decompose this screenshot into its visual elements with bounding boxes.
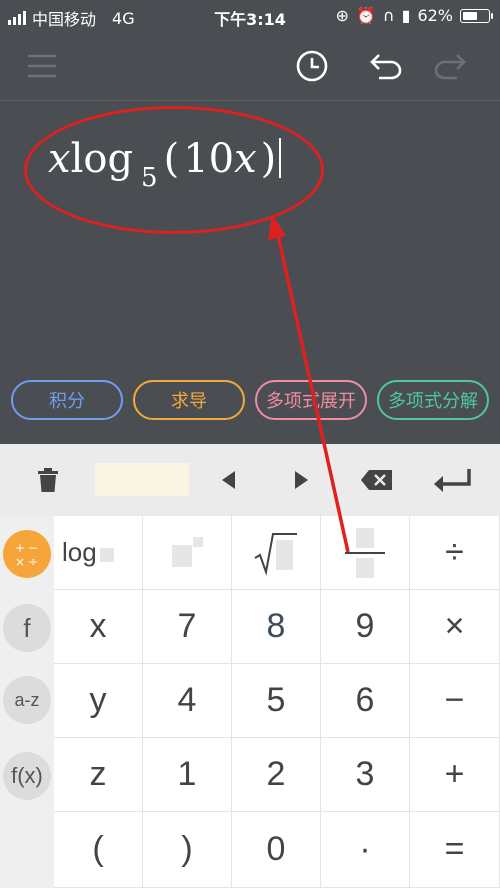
key-decimal-label: · xyxy=(359,830,371,868)
chip-derivative-label: 求导 xyxy=(171,391,207,412)
key-divide-label: ÷ xyxy=(445,533,464,571)
svg-text:−: − xyxy=(28,541,38,555)
key-fraction[interactable] xyxy=(321,516,410,590)
side-key-letters-label: a-z xyxy=(14,689,40,710)
key-2-label: 2 xyxy=(266,755,286,793)
key-log[interactable]: log xyxy=(54,516,143,590)
key-y[interactable]: y xyxy=(54,664,143,738)
svg-text:÷: ÷ xyxy=(28,555,38,569)
key-plus[interactable]: + xyxy=(410,738,500,812)
key-6[interactable]: 6 xyxy=(321,664,410,738)
key-divide[interactable]: ÷ xyxy=(410,516,500,590)
operation-chips: 积分 求导 多项式展开 多项式分解 xyxy=(0,380,500,424)
key-x[interactable]: x xyxy=(54,590,143,664)
keypad-side-column: + − × ÷ f a-z f(x) xyxy=(0,516,54,888)
alarm-icon: ⏰ xyxy=(355,6,376,25)
key-right-paren-label: ) xyxy=(181,830,193,868)
key-equals[interactable]: = xyxy=(410,812,500,888)
key-3-label: 3 xyxy=(355,755,375,793)
right-arrow-icon[interactable] xyxy=(282,444,322,516)
key-7[interactable]: 7 xyxy=(143,590,232,664)
key-9-label: 9 xyxy=(355,607,375,645)
key-0[interactable]: 0 xyxy=(232,812,321,888)
battery-level-icon: ▮ xyxy=(401,6,411,25)
key-right-paren[interactable]: ) xyxy=(143,812,232,888)
sqrt-icon xyxy=(254,532,297,576)
key-1-label: 1 xyxy=(177,755,197,793)
undo-icon[interactable] xyxy=(366,46,406,86)
key-6-label: 6 xyxy=(355,681,375,719)
key-1[interactable]: 1 xyxy=(143,738,232,812)
key-8[interactable]: 8 xyxy=(232,590,321,664)
key-minus[interactable]: − xyxy=(410,664,500,738)
key-3[interactable]: 3 xyxy=(321,738,410,812)
chip-polynomial-factor-label: 多项式分解 xyxy=(388,391,478,412)
side-key-function-label: f xyxy=(23,612,31,643)
power-template-icon xyxy=(172,536,203,567)
top-toolbar xyxy=(0,32,500,100)
redo-icon[interactable] xyxy=(430,46,470,86)
chip-polynomial-expand[interactable]: 多项式展开 xyxy=(255,380,367,420)
side-key-fx-label: f(x) xyxy=(11,763,43,788)
backspace-icon[interactable] xyxy=(354,444,400,516)
key-power[interactable] xyxy=(143,516,232,590)
svg-text:+: + xyxy=(15,541,25,555)
headphones-icon: ∩ xyxy=(382,6,395,25)
rotation-lock-icon: ⊕ xyxy=(335,6,349,25)
key-5-label: 5 xyxy=(266,681,286,719)
annotation-ellipse xyxy=(24,106,324,234)
key-z[interactable]: z xyxy=(54,738,143,812)
key-left-paren-label: ( xyxy=(92,830,104,868)
history-clock-icon[interactable] xyxy=(292,46,332,86)
key-4-label: 4 xyxy=(177,681,197,719)
chip-polynomial-factor[interactable]: 多项式分解 xyxy=(377,380,489,420)
key-0-label: 0 xyxy=(266,830,286,868)
fraction-icon xyxy=(345,527,385,578)
clock: 下午3:14 xyxy=(214,10,286,29)
key-5[interactable]: 5 xyxy=(232,664,321,738)
key-times-label: × xyxy=(444,607,465,645)
placeholder-box-icon xyxy=(99,547,114,562)
key-7-label: 7 xyxy=(177,607,197,645)
edit-bar xyxy=(0,444,500,516)
chip-integral-label: 积分 xyxy=(49,391,85,412)
status-bar: 中国移动 4G 下午3:14 ⊕ ⏰ ∩ ▮ 62% xyxy=(0,0,500,32)
side-key-letters[interactable]: a-z xyxy=(3,676,51,724)
key-z-label: z xyxy=(89,755,107,793)
key-sqrt[interactable] xyxy=(232,516,321,590)
side-key-fx[interactable]: f(x) xyxy=(3,752,51,800)
key-9[interactable]: 9 xyxy=(321,590,410,664)
svg-text:×: × xyxy=(15,555,25,569)
key-8-label: 8 xyxy=(266,607,286,645)
key-2[interactable]: 2 xyxy=(232,738,321,812)
left-arrow-icon[interactable] xyxy=(208,444,248,516)
toolbar-divider xyxy=(0,100,500,101)
chip-derivative[interactable]: 求导 xyxy=(133,380,245,420)
trash-icon[interactable] xyxy=(22,444,74,516)
key-log-label: log xyxy=(62,537,97,567)
basic-ops-icon[interactable]: + − × ÷ xyxy=(3,530,51,578)
cursor-position-box xyxy=(95,463,189,496)
key-decimal[interactable]: · xyxy=(321,812,410,888)
key-plus-label: + xyxy=(444,755,465,793)
key-minus-label: − xyxy=(444,681,465,719)
chip-polynomial-expand-label: 多项式展开 xyxy=(266,391,356,412)
battery-percent: 62% xyxy=(417,6,453,25)
key-left-paren[interactable]: ( xyxy=(54,812,143,888)
keypad-grid: log ÷ x 7 8 9 × y 4 5 6 − z 1 2 3 + ( ) xyxy=(54,516,500,888)
key-y-label: y xyxy=(89,681,107,719)
side-key-function[interactable]: f xyxy=(3,604,51,652)
key-equals-label: = xyxy=(444,830,465,868)
key-4[interactable]: 4 xyxy=(143,664,232,738)
key-x-label: x xyxy=(89,607,107,645)
keypad: + − × ÷ f a-z f(x) log ÷ x 7 8 9 × y 4 5 6 … xyxy=(0,516,500,888)
key-times[interactable]: × xyxy=(410,590,500,664)
menu-icon[interactable] xyxy=(22,46,62,86)
battery-icon xyxy=(460,8,493,23)
chip-integral[interactable]: 积分 xyxy=(11,380,123,420)
enter-icon[interactable] xyxy=(424,444,480,516)
